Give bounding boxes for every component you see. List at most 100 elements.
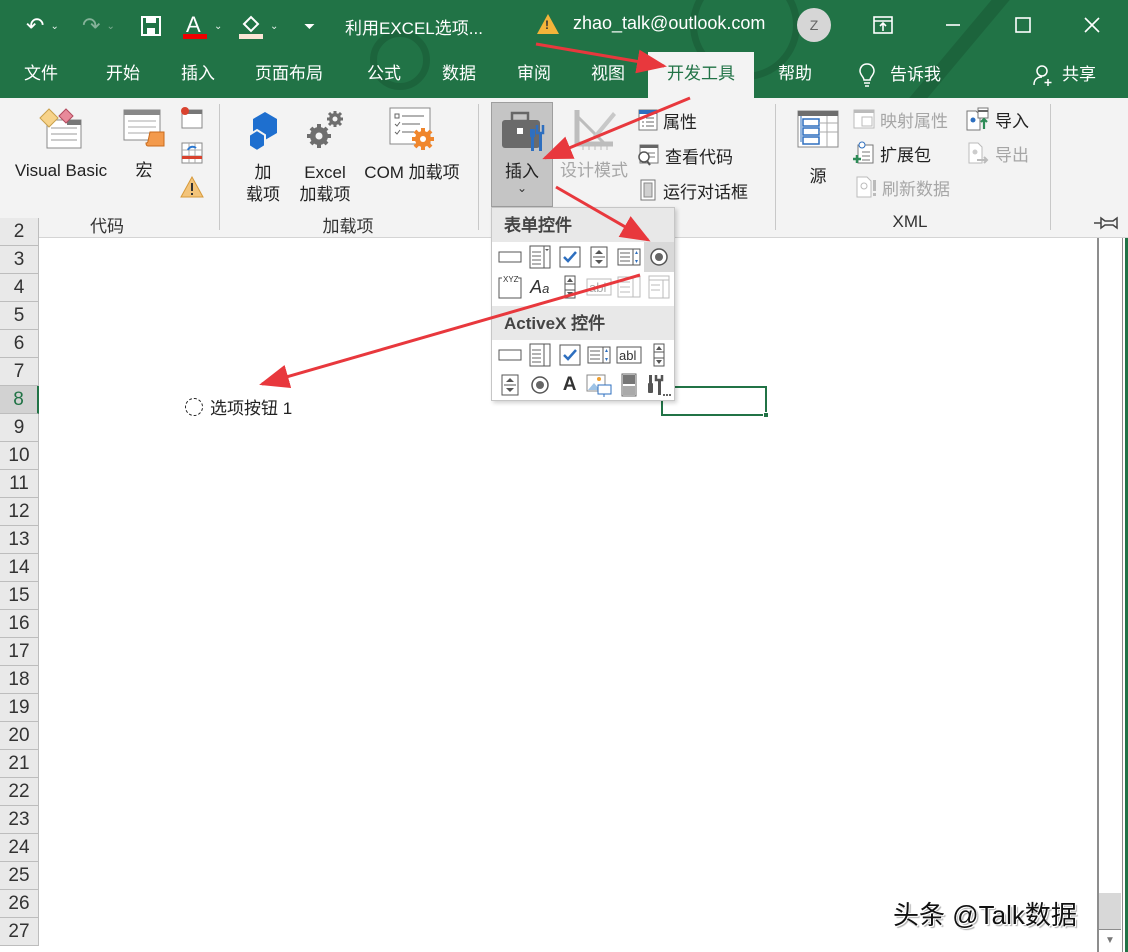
activex-image-control[interactable] [584,370,614,400]
tab-developer[interactable]: 开发工具 [648,52,754,98]
maximize-button[interactable] [1003,10,1043,40]
scroll-down-button[interactable]: ▼ [1099,929,1121,952]
addins-button[interactable]: 加 载项 [238,108,288,206]
activex-check-box-control[interactable] [555,340,585,370]
row-header[interactable]: 8 [0,386,39,414]
row-header[interactable]: 16 [0,610,39,638]
expansion-packs-button[interactable]: 扩展包 [853,139,931,167]
activex-more-controls[interactable] [644,370,674,400]
option-button-control[interactable]: 选项按钮 1 [185,394,292,419]
row-header[interactable]: 2 [0,218,39,246]
fill-handle[interactable] [763,412,769,418]
avatar[interactable]: Z [797,8,831,42]
selected-cell[interactable] [661,386,769,418]
macro-security-button[interactable] [180,175,204,203]
save-button[interactable] [140,10,162,42]
row-header[interactable]: 10 [0,442,39,470]
com-addins-button[interactable]: COM 加载项 [358,106,466,184]
visual-basic-button[interactable]: Visual Basic [10,106,112,182]
design-mode-button[interactable]: 设计模式 [556,106,632,182]
row-header[interactable]: 4 [0,274,39,302]
row-header[interactable]: 21 [0,750,39,778]
xml-import-button[interactable]: 导入 [966,105,1029,133]
refresh-data-button[interactable]: 刷新数据 [855,173,950,201]
account-email[interactable]: zhao_talk@outlook.com [573,13,765,34]
row-header[interactable]: 26 [0,890,39,918]
form-combo-drop-down-edit-control[interactable] [644,272,674,302]
xml-export-button[interactable]: 导出 [968,139,1029,167]
row-header[interactable]: 27 [0,918,39,946]
xml-source-button[interactable]: 源 [794,110,842,188]
row-header[interactable]: 14 [0,554,39,582]
redo-button[interactable]: ↷ ⌄ [82,10,115,42]
run-dialog-button[interactable]: 运行对话框 [638,176,748,204]
tab-file[interactable]: 文件 [22,52,60,98]
row-header[interactable]: 23 [0,806,39,834]
form-label-control[interactable]: Aa [525,272,555,302]
pin-ribbon-button[interactable] [1093,215,1119,236]
tab-insert[interactable]: 插入 [179,52,217,98]
row-header[interactable]: 5 [0,302,39,330]
activex-command-button-control[interactable] [495,340,525,370]
row-header[interactable]: 25 [0,862,39,890]
macros-button[interactable]: 宏 [118,106,170,182]
ribbon-display-options-button[interactable] [863,10,903,40]
tab-help[interactable]: 帮助 [776,52,814,98]
form-check-box-control[interactable] [555,242,585,272]
share-button[interactable]: 共享 [1030,52,1098,98]
tell-me-search[interactable]: 告诉我 [856,52,943,98]
excel-addins-button[interactable]: Excel 加载项 [294,108,356,206]
tab-page-layout[interactable]: 页面布局 [253,52,325,98]
row-header[interactable]: 6 [0,330,39,358]
row-header[interactable]: 9 [0,414,39,442]
row-header[interactable]: 15 [0,582,39,610]
row-header[interactable]: 19 [0,694,39,722]
tab-view[interactable]: 视图 [589,52,627,98]
tab-review[interactable]: 审阅 [515,52,553,98]
row-header[interactable]: 7 [0,358,39,386]
activex-label-control[interactable]: A [555,370,585,400]
row-header[interactable]: 12 [0,498,39,526]
form-combo-list-edit-control[interactable] [614,272,644,302]
properties-button[interactable]: 属性 [638,106,697,134]
map-properties-button[interactable]: 映射属性 [853,105,948,133]
row-header[interactable]: 17 [0,638,39,666]
activex-list-box-control[interactable] [584,340,614,370]
insert-control-button[interactable]: 插入 ⌄ [491,102,553,207]
row-header[interactable]: 24 [0,834,39,862]
fill-color-button[interactable]: ⌄ [238,10,278,42]
undo-button[interactable]: ↶ ⌄ [26,10,59,42]
minimize-button[interactable] [933,10,973,40]
form-scroll-bar-control[interactable] [555,272,585,302]
tab-data[interactable]: 数据 [440,52,478,98]
form-combo-box-control[interactable] [525,242,555,272]
form-group-box-control[interactable]: XYZ [495,272,525,302]
close-button[interactable] [1072,10,1112,40]
form-text-field-control[interactable]: abl [584,272,614,302]
row-header[interactable]: 11 [0,470,39,498]
form-button-control[interactable] [495,242,525,272]
record-macro-button[interactable] [180,106,204,135]
row-header[interactable]: 20 [0,722,39,750]
form-list-box-control[interactable] [614,242,644,272]
relative-references-button[interactable] [180,141,204,170]
row-header[interactable]: 3 [0,246,39,274]
view-code-button[interactable]: 查看代码 [636,141,733,169]
font-color-button[interactable]: A ⌄ [182,10,222,42]
activex-text-box-control[interactable]: abl [614,340,644,370]
activex-spin-button-control[interactable] [495,370,525,400]
tab-home[interactable]: 开始 [104,52,142,98]
form-option-button-control[interactable] [644,242,674,272]
activex-combo-box-control[interactable] [525,340,555,370]
tab-formulas[interactable]: 公式 [365,52,403,98]
activex-scroll-bar-control[interactable] [644,340,674,370]
form-spin-button-control[interactable] [584,242,614,272]
activex-option-button-control[interactable] [525,370,555,400]
row-header[interactable]: 22 [0,778,39,806]
row-header[interactable]: 13 [0,526,39,554]
row-header[interactable]: 18 [0,666,39,694]
customize-quick-access-button[interactable]: ⏷ [304,10,315,42]
activex-toggle-button-control[interactable] [614,370,644,400]
scrollbar-thumb[interactable] [1099,893,1121,929]
vertical-scrollbar[interactable] [1097,238,1123,952]
